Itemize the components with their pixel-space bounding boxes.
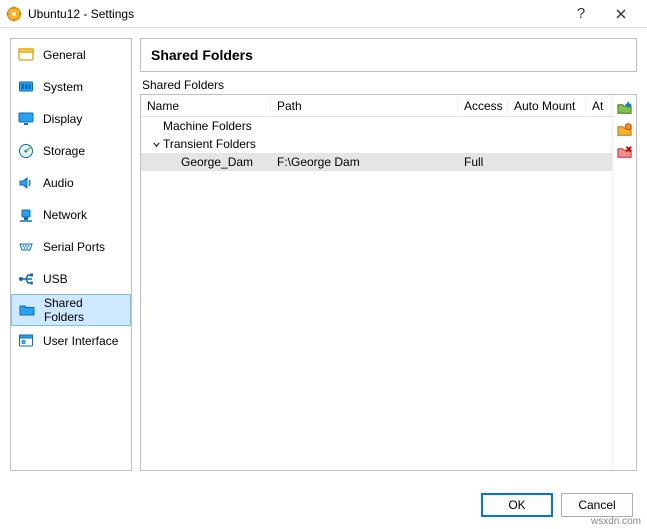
system-icon	[17, 78, 35, 96]
sidebar-item-user-interface[interactable]: User Interface	[11, 325, 131, 357]
cell-access: Full	[458, 155, 508, 169]
close-button[interactable]	[601, 0, 641, 28]
sidebar-item-label: General	[43, 48, 86, 62]
cell-name: George_Dam	[141, 155, 271, 169]
sidebar-item-label: User Interface	[43, 334, 118, 348]
user-interface-icon	[17, 332, 35, 350]
ok-button[interactable]: OK	[481, 493, 553, 517]
usb-icon	[17, 270, 35, 288]
sidebar-item-label: Storage	[43, 144, 85, 158]
general-icon	[17, 46, 35, 64]
help-button[interactable]: ?	[561, 0, 601, 28]
titlebar: Ubuntu12 - Settings ?	[0, 0, 647, 28]
group-label: Transient Folders	[163, 137, 256, 151]
storage-icon	[17, 142, 35, 160]
shared-folders-icon	[18, 301, 36, 319]
col-at[interactable]: At	[586, 99, 612, 113]
col-access[interactable]: Access	[458, 99, 508, 113]
group-transient-folders[interactable]: Transient Folders	[141, 135, 612, 153]
edit-share-button[interactable]	[616, 121, 634, 139]
group-label: Machine Folders	[163, 119, 252, 133]
page-title: Shared Folders	[140, 38, 637, 72]
shared-folders-table-wrap: Name Path Access Auto Mount At Machine F…	[140, 94, 637, 471]
cell-path: F:\George Dam	[271, 155, 458, 169]
remove-share-button[interactable]	[616, 143, 634, 161]
col-automount[interactable]: Auto Mount	[508, 99, 586, 113]
shared-folders-table: Name Path Access Auto Mount At Machine F…	[141, 95, 612, 470]
sidebar-item-general[interactable]: General	[11, 39, 131, 71]
table-row[interactable]: George_Dam F:\George Dam Full	[141, 153, 612, 171]
sidebar: General System Display Storage Audio	[10, 38, 132, 471]
watermark: wsxdn.com	[591, 516, 641, 527]
sidebar-item-label: Display	[43, 112, 82, 126]
sidebar-item-label: USB	[43, 272, 68, 286]
chevron-down-icon	[149, 140, 163, 149]
side-toolbar	[612, 95, 636, 470]
dialog-footer: OK Cancel	[0, 481, 647, 529]
sidebar-item-label: Audio	[43, 176, 74, 190]
sidebar-item-serial-ports[interactable]: Serial Ports	[11, 231, 131, 263]
network-icon	[17, 206, 35, 224]
sidebar-item-system[interactable]: System	[11, 71, 131, 103]
sidebar-item-shared-folders[interactable]: Shared Folders	[11, 294, 131, 326]
sidebar-item-label: Serial Ports	[43, 240, 105, 254]
content: General System Display Storage Audio	[0, 28, 647, 481]
table-header: Name Path Access Auto Mount At	[141, 95, 612, 117]
add-share-button[interactable]	[616, 99, 634, 117]
table-body: Machine Folders Transient Folders George…	[141, 117, 612, 470]
sidebar-item-network[interactable]: Network	[11, 199, 131, 231]
cancel-button[interactable]: Cancel	[561, 493, 633, 517]
audio-icon	[17, 174, 35, 192]
app-icon	[6, 6, 22, 22]
group-machine-folders[interactable]: Machine Folders	[141, 117, 612, 135]
sidebar-item-usb[interactable]: USB	[11, 263, 131, 295]
sidebar-item-label: Shared Folders	[44, 296, 124, 324]
section-label: Shared Folders	[142, 78, 637, 92]
sidebar-item-audio[interactable]: Audio	[11, 167, 131, 199]
window-title: Ubuntu12 - Settings	[28, 7, 134, 21]
main-panel: Shared Folders Shared Folders Name Path …	[140, 38, 637, 471]
col-path[interactable]: Path	[271, 99, 458, 113]
sidebar-item-label: Network	[43, 208, 87, 222]
display-icon	[17, 110, 35, 128]
sidebar-item-storage[interactable]: Storage	[11, 135, 131, 167]
sidebar-item-label: System	[43, 80, 83, 94]
serial-ports-icon	[17, 238, 35, 256]
sidebar-item-display[interactable]: Display	[11, 103, 131, 135]
col-name[interactable]: Name	[141, 99, 271, 113]
